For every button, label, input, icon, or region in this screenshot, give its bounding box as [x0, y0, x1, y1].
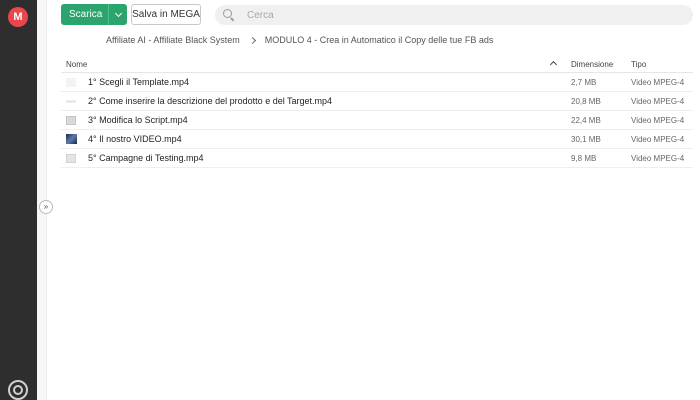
- column-header-type[interactable]: Tipo: [631, 60, 646, 69]
- video-thumbnail-icon: [66, 154, 76, 163]
- save-to-mega-button[interactable]: Salva in MEGA: [131, 4, 201, 25]
- file-name: 2° Come inserire la descrizione del prod…: [88, 96, 333, 106]
- file-type: Video MPEG-4: [631, 154, 685, 163]
- file-name: 1° Scegli il Template.mp4: [88, 77, 189, 87]
- column-header-size[interactable]: Dimensione: [571, 60, 613, 69]
- file-name: 3° Modifica lo Script.mp4: [88, 115, 188, 125]
- search-icon: [223, 9, 235, 22]
- search-input[interactable]: [247, 9, 667, 21]
- left-rail: M: [0, 0, 37, 400]
- file-table: Nome Dimensione Tipo 1° Scegli il Templa…: [61, 56, 693, 168]
- download-button-label: Scarica: [69, 9, 103, 20]
- video-thumbnail-icon: [66, 116, 76, 125]
- file-type: Video MPEG-4: [631, 78, 685, 87]
- table-row[interactable]: 1° Scegli il Template.mp4 2,7 MB Video M…: [61, 73, 693, 92]
- video-thumbnail-icon: [66, 97, 76, 106]
- breadcrumb-item-current[interactable]: MODULO 4 - Crea in Automatico il Copy de…: [265, 35, 494, 45]
- transfer-manager-icon[interactable]: [8, 380, 28, 400]
- table-row[interactable]: 4° Il nostro VIDEO.mp4 30,1 MB Video MPE…: [61, 130, 693, 149]
- file-type: Video MPEG-4: [631, 97, 685, 106]
- logo-letter: M: [13, 10, 23, 23]
- file-size: 2,7 MB: [571, 78, 597, 87]
- video-thumbnail-icon: [66, 134, 77, 144]
- search-bar[interactable]: [215, 5, 693, 25]
- table-row[interactable]: 3° Modifica lo Script.mp4 22,4 MB Video …: [61, 111, 693, 130]
- download-button[interactable]: Scarica: [61, 4, 127, 25]
- breadcrumb: Affiliate AI - Affiliate Black System MO…: [106, 34, 493, 46]
- file-type: Video MPEG-4: [631, 116, 685, 125]
- chevron-down-icon: [114, 9, 122, 17]
- download-options-button[interactable]: [108, 4, 127, 25]
- file-size: 22,4 MB: [571, 116, 601, 125]
- breadcrumb-chevron-icon: [248, 36, 256, 44]
- table-row[interactable]: 2° Come inserire la descrizione del prod…: [61, 92, 693, 111]
- table-header: Nome Dimensione Tipo: [61, 56, 693, 73]
- file-size: 9,8 MB: [571, 154, 597, 163]
- file-size: 20,8 MB: [571, 97, 601, 106]
- breadcrumb-item-root[interactable]: Affiliate AI - Affiliate Black System: [106, 35, 240, 45]
- file-name: 5° Campagne di Testing.mp4: [88, 153, 204, 163]
- mega-logo-icon[interactable]: M: [8, 7, 28, 27]
- video-thumbnail-icon: [66, 78, 76, 87]
- table-row[interactable]: 5° Campagne di Testing.mp4 9,8 MB Video …: [61, 149, 693, 168]
- sort-ascending-icon[interactable]: [549, 60, 558, 69]
- double-chevron-right-icon[interactable]: »: [39, 200, 53, 214]
- file-type: Video MPEG-4: [631, 135, 685, 144]
- file-name: 4° Il nostro VIDEO.mp4: [88, 134, 182, 144]
- column-header-name[interactable]: Nome: [66, 60, 87, 69]
- file-size: 30,1 MB: [571, 135, 601, 144]
